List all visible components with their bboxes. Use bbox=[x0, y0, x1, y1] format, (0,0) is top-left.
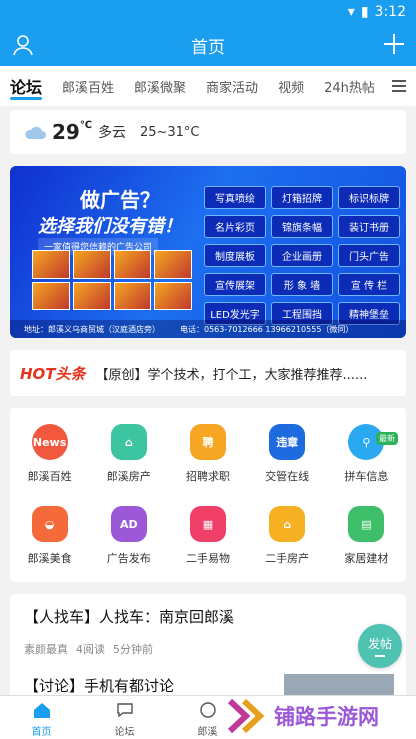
weather-widget[interactable]: 29℃ 多云 25~31°C bbox=[10, 110, 406, 154]
post-meta: 素颜最真 4阅读 5分钟前 bbox=[24, 641, 392, 657]
grid-item-secondhand[interactable]: ▦ 二手易物 bbox=[168, 498, 247, 580]
tab-langxi-baixing[interactable]: 郎溪百姓 bbox=[52, 66, 124, 106]
service-tag: 锦旗条幅 bbox=[271, 215, 333, 238]
post-card[interactable]: 【人找车】人找车：南京回郎溪 素颜最真 4阅读 5分钟前 【讨论】手机有都讨论 bbox=[10, 594, 406, 714]
watermark-logo-icon bbox=[228, 699, 265, 733]
post-author: 素颜最真 bbox=[24, 643, 68, 656]
grid-item-secondhand-house[interactable]: ⌂ 二手房产 bbox=[248, 498, 327, 580]
category-grid: News 郎溪百姓 ⌂ 郎溪房产 聘 招聘求职 违章 交管在线 ⚲ 拼车信息 最… bbox=[10, 408, 406, 582]
service-tag: 门头广告 bbox=[338, 244, 400, 267]
nav-langxi-label: 郎溪 bbox=[197, 727, 218, 738]
banner-address: 地址：郎溪义乌商贸城（汉庭酒店旁） bbox=[24, 324, 160, 334]
tab-24h-hot[interactable]: 24h热帖 bbox=[314, 66, 385, 106]
house-icon: ⌂ bbox=[110, 424, 147, 460]
service-tag: 灯箱招牌 bbox=[271, 186, 333, 209]
gift-icon: ▦ bbox=[189, 506, 226, 542]
battery-icon: ▮ bbox=[360, 4, 369, 20]
category-tabs: 论坛 郎溪百姓 郎溪微聚 商家活动 视频 24h热帖 bbox=[0, 66, 416, 106]
tab-video[interactable]: 视频 bbox=[268, 66, 314, 106]
nav-home-label: 首页 bbox=[31, 727, 52, 738]
grid-item-recruit[interactable]: 聘 招聘求职 bbox=[168, 416, 247, 498]
banner-title: 做广告？ bbox=[80, 188, 160, 212]
grid-item-building[interactable]: ▤ 家居建材 bbox=[327, 498, 406, 580]
post-reads: 4阅读 bbox=[76, 643, 105, 656]
recruit-icon: 聘 bbox=[189, 424, 226, 460]
service-tag: 宣传展架 bbox=[204, 273, 266, 296]
new-badge: 最新 bbox=[375, 432, 398, 445]
status-time: 3:12 bbox=[374, 4, 406, 20]
post-time: 5分钟前 bbox=[113, 643, 153, 656]
home-icon bbox=[33, 703, 50, 718]
grid-item-carpool[interactable]: ⚲ 拼车信息 最新 bbox=[327, 416, 406, 498]
tab-merchant-activity[interactable]: 商家活动 bbox=[196, 66, 268, 106]
hot-headline[interactable]: HOT头条 【原创】学个技术，打个工，大家推荐推荐...... bbox=[10, 350, 406, 396]
grid-item-langxi-baixing[interactable]: News 郎溪百姓 bbox=[10, 416, 89, 498]
tab-forum[interactable]: 论坛 bbox=[0, 66, 52, 106]
headline-text: 【原创】学个技术，打个工，大家推荐推荐...... bbox=[95, 367, 368, 383]
ad-icon: AD bbox=[110, 506, 147, 542]
service-tag: 制度展板 bbox=[204, 244, 266, 267]
banner-phone: 电话：0563-7012666 13966210555（微同） bbox=[180, 324, 354, 334]
weather-range: 25~31°C bbox=[139, 124, 200, 140]
banner-footer: 地址：郎溪义乌商贸城（汉庭酒店旁） 电话：0563-7012666 139662… bbox=[10, 320, 406, 338]
service-tag: 企业画册 bbox=[271, 244, 333, 267]
service-tag: 名片彩页 bbox=[204, 215, 266, 238]
app-bar: 首页 bbox=[0, 24, 416, 66]
banner-subtitle: 选择我们没有错！ bbox=[38, 216, 182, 237]
user-icon[interactable] bbox=[11, 33, 35, 57]
status-bar: ▾ ▮ 3:12 bbox=[0, 0, 416, 24]
banner-services: 写真喷绘 灯箱招牌 标识标牌 名片彩页 锦旗条幅 装订书册 制度展板 企业画册 … bbox=[204, 186, 400, 325]
new-post-label: 发帖 bbox=[367, 637, 392, 651]
tab-langxi-weiju[interactable]: 郎溪微聚 bbox=[124, 66, 196, 106]
site-watermark: 铺路手游网 bbox=[228, 693, 416, 739]
nav-forum[interactable]: 论坛 bbox=[83, 696, 166, 739]
cloud-icon bbox=[25, 126, 46, 139]
grid-item-ad[interactable]: AD 广告发布 bbox=[89, 498, 168, 580]
service-tag: 写真喷绘 bbox=[204, 186, 266, 209]
wifi-icon: ▾ bbox=[347, 4, 355, 20]
news-icon: News bbox=[31, 424, 68, 460]
traffic-icon: 违章 bbox=[269, 424, 306, 460]
grid-item-food[interactable]: ◒ 郎溪美食 bbox=[10, 498, 89, 580]
post-title: 【人找车】人找车：南京回郎溪 bbox=[24, 608, 235, 626]
compass-icon bbox=[199, 702, 216, 718]
weather-condition: 多云 bbox=[97, 125, 126, 141]
paint-icon: ▤ bbox=[348, 506, 385, 542]
ad-banner[interactable]: 做广告？ 选择我们没有错！ 一家值得您信赖的广告公司 写真喷绘 灯箱招牌 标识标… bbox=[10, 166, 406, 338]
food-icon: ◒ bbox=[31, 506, 68, 542]
page-title: 首页 bbox=[191, 37, 225, 58]
menu-icon[interactable] bbox=[390, 77, 408, 95]
nav-forum-label: 论坛 bbox=[114, 727, 135, 738]
grid-item-langxi-house[interactable]: ⌂ 郎溪房产 bbox=[89, 416, 168, 498]
service-tag: 标识标牌 bbox=[338, 186, 400, 209]
new-post-button[interactable]: 发帖 bbox=[358, 624, 402, 668]
banner-photos bbox=[32, 250, 192, 310]
grid-item-traffic[interactable]: 违章 交管在线 bbox=[248, 416, 327, 498]
add-icon[interactable] bbox=[382, 32, 406, 56]
home-icon: ⌂ bbox=[269, 506, 306, 542]
watermark-text: 铺路手游网 bbox=[274, 705, 379, 729]
chat-icon bbox=[116, 703, 133, 718]
service-tag: 装订书册 bbox=[338, 215, 400, 238]
service-tag: 形 象 墙 bbox=[271, 273, 333, 296]
weather-temperature: 29℃ bbox=[52, 120, 92, 144]
nav-home[interactable]: 首页 bbox=[0, 696, 83, 739]
service-tag: 宣 传 栏 bbox=[338, 273, 400, 296]
hot-headline-logo: HOT头条 bbox=[20, 364, 86, 383]
